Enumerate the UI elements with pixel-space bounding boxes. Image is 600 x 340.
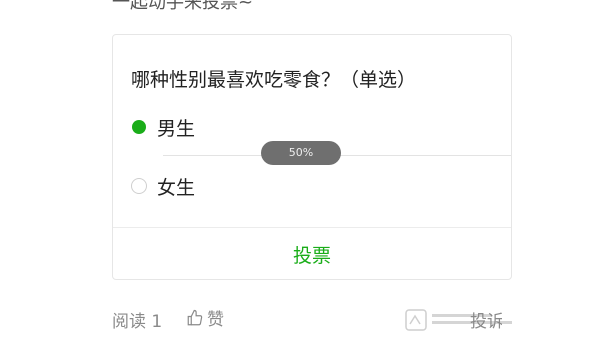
poll-option-label: 男生 — [157, 117, 196, 140]
poll-option-label: 女生 — [157, 176, 196, 199]
read-count: 阅读 1 — [112, 312, 163, 332]
percent-badge: 50% — [261, 141, 341, 165]
like-label: 赞 — [207, 310, 224, 330]
poll-question: 哪种性别最喜欢吃零食？（单选） — [131, 69, 417, 91]
like-button[interactable]: 赞 — [186, 305, 224, 330]
watermark-logo — [405, 309, 512, 331]
poll-option-male[interactable]: 男生 — [131, 113, 195, 141]
radio-checked-icon[interactable] — [132, 120, 146, 134]
radio-unchecked-icon[interactable] — [131, 178, 147, 194]
thumbs-up-icon — [187, 309, 203, 325]
poll-card: 哪种性别最喜欢吃零食？（单选） 男生 女生 50% 投票 — [112, 34, 512, 280]
poll-option-female[interactable]: 女生 — [131, 172, 195, 200]
intro-text: 一起动手来投票~ — [112, 0, 254, 13]
vote-button[interactable]: 投票 — [113, 228, 511, 280]
